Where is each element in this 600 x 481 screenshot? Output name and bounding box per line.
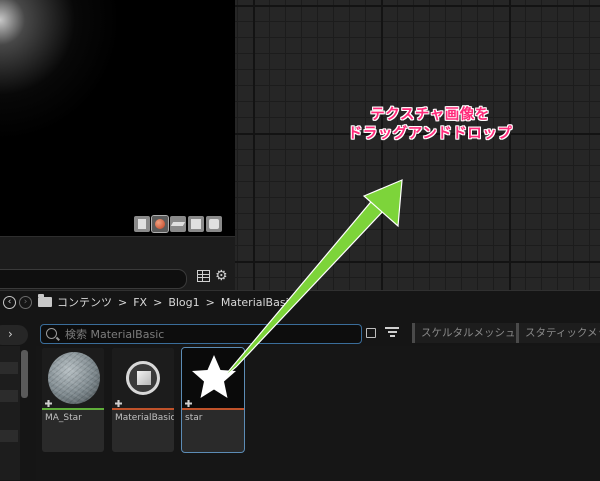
forward-icon[interactable]: › bbox=[19, 295, 32, 309]
gear-icon[interactable]: ⚙ bbox=[215, 269, 228, 283]
filter-chip-skeletal-mesh[interactable]: スケルタルメッシュ bbox=[412, 323, 517, 343]
asset-tile-ma-star[interactable]: MA_Star bbox=[42, 348, 104, 452]
search-icon bbox=[46, 328, 57, 339]
breadcrumb-item-fx[interactable]: FX bbox=[133, 296, 147, 309]
asset-thumbnail bbox=[42, 348, 104, 408]
source-item[interactable] bbox=[0, 430, 18, 442]
star-icon bbox=[192, 355, 236, 398]
asset-thumbnail bbox=[182, 348, 244, 408]
sphere-icon[interactable] bbox=[151, 215, 169, 233]
material-preview-viewport[interactable] bbox=[0, 0, 235, 236]
source-item[interactable] bbox=[0, 362, 18, 374]
sources-scrollbar[interactable] bbox=[21, 350, 28, 398]
mesh-icon[interactable] bbox=[206, 216, 222, 232]
drag-drop-annotation: テクスチャ画像を ドラッグアンドドロップ bbox=[300, 106, 560, 144]
sources-toggle-button[interactable]: › bbox=[0, 325, 28, 345]
material-sphere-icon bbox=[48, 352, 100, 404]
source-item[interactable] bbox=[0, 390, 18, 402]
asset-thumbnail bbox=[112, 348, 174, 408]
asset-name: MA_Star bbox=[45, 413, 82, 423]
cube-icon bbox=[137, 371, 151, 385]
back-icon[interactable]: ‹ bbox=[3, 295, 16, 309]
table-icon[interactable] bbox=[197, 270, 210, 282]
search-input[interactable] bbox=[65, 325, 355, 343]
sources-panel bbox=[0, 346, 20, 480]
details-search-input[interactable] bbox=[0, 269, 187, 289]
asset-type-bar bbox=[112, 408, 174, 410]
asset-type-bar bbox=[182, 408, 244, 410]
breadcrumb-separator: > bbox=[118, 295, 128, 309]
asset-tile-star[interactable]: star bbox=[181, 347, 245, 453]
filter-chip-static-mesh[interactable]: スタティックメッシュ bbox=[516, 323, 600, 343]
save-icon[interactable] bbox=[366, 328, 376, 338]
cylinder-icon[interactable] bbox=[134, 216, 150, 232]
chevron-right-icon: › bbox=[8, 327, 13, 341]
asset-search-box[interactable] bbox=[40, 324, 362, 344]
breadcrumb-item-content[interactable]: コンテンツ bbox=[57, 294, 112, 310]
breadcrumb-separator: > bbox=[205, 295, 215, 309]
asset-tile-materialbasic[interactable]: MaterialBasic bbox=[112, 348, 174, 452]
preview-shape-toolbar bbox=[134, 215, 222, 233]
annotation-line-1: テクスチャ画像を bbox=[370, 107, 490, 123]
folder-icon bbox=[38, 294, 52, 307]
breadcrumb-item-blog1[interactable]: Blog1 bbox=[168, 296, 199, 309]
material-graph-canvas[interactable] bbox=[235, 0, 600, 290]
asset-name: star bbox=[185, 413, 203, 423]
breadcrumb-item-materialbasic[interactable]: MaterialBasic bbox=[221, 296, 295, 309]
asset-type-bar bbox=[42, 408, 104, 410]
cube-icon[interactable] bbox=[188, 216, 204, 232]
breadcrumb-separator: > bbox=[153, 295, 163, 309]
asset-name: MaterialBasic bbox=[115, 413, 174, 423]
filter-icon[interactable] bbox=[385, 327, 399, 339]
annotation-line-2: ドラッグアンドドロップ bbox=[347, 126, 513, 142]
breadcrumb: ‹ › コンテンツ > FX > Blog1 > MaterialBasic bbox=[0, 290, 600, 314]
material-icon bbox=[126, 361, 160, 395]
plane-icon[interactable] bbox=[170, 216, 186, 232]
